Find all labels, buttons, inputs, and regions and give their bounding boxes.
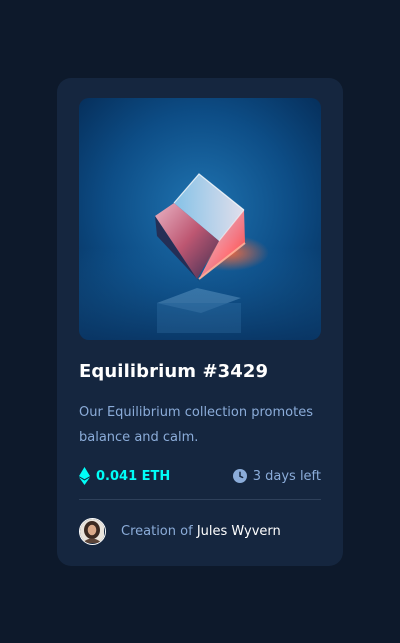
creator-row: Creation of Jules Wyvern [79,516,281,546]
creator-prefix: Creation of [121,523,197,539]
cube-artwork [79,98,321,340]
price-value: 0.041 ETH [96,468,171,484]
nft-description: Our Equilibrium collection promotes bala… [79,405,313,445]
creator-name-link[interactable]: Jules Wyvern [197,524,281,539]
nft-image[interactable] [79,98,321,340]
creator-text: Creation of Jules Wyvern [121,524,281,539]
avatar[interactable] [79,517,106,545]
divider [79,499,321,500]
time-left: 3 days left [232,466,321,486]
time-left-text: 3 days left [252,468,321,484]
avatar-portrait-icon [80,518,104,543]
nft-title[interactable]: Equilibrium #3429 [79,361,268,382]
nft-card: Equilibrium #3429 Our Equilibrium collec… [57,78,343,566]
clock-icon [232,469,247,483]
price: 0.041 ETH [79,466,170,486]
ethereum-icon [79,467,90,485]
